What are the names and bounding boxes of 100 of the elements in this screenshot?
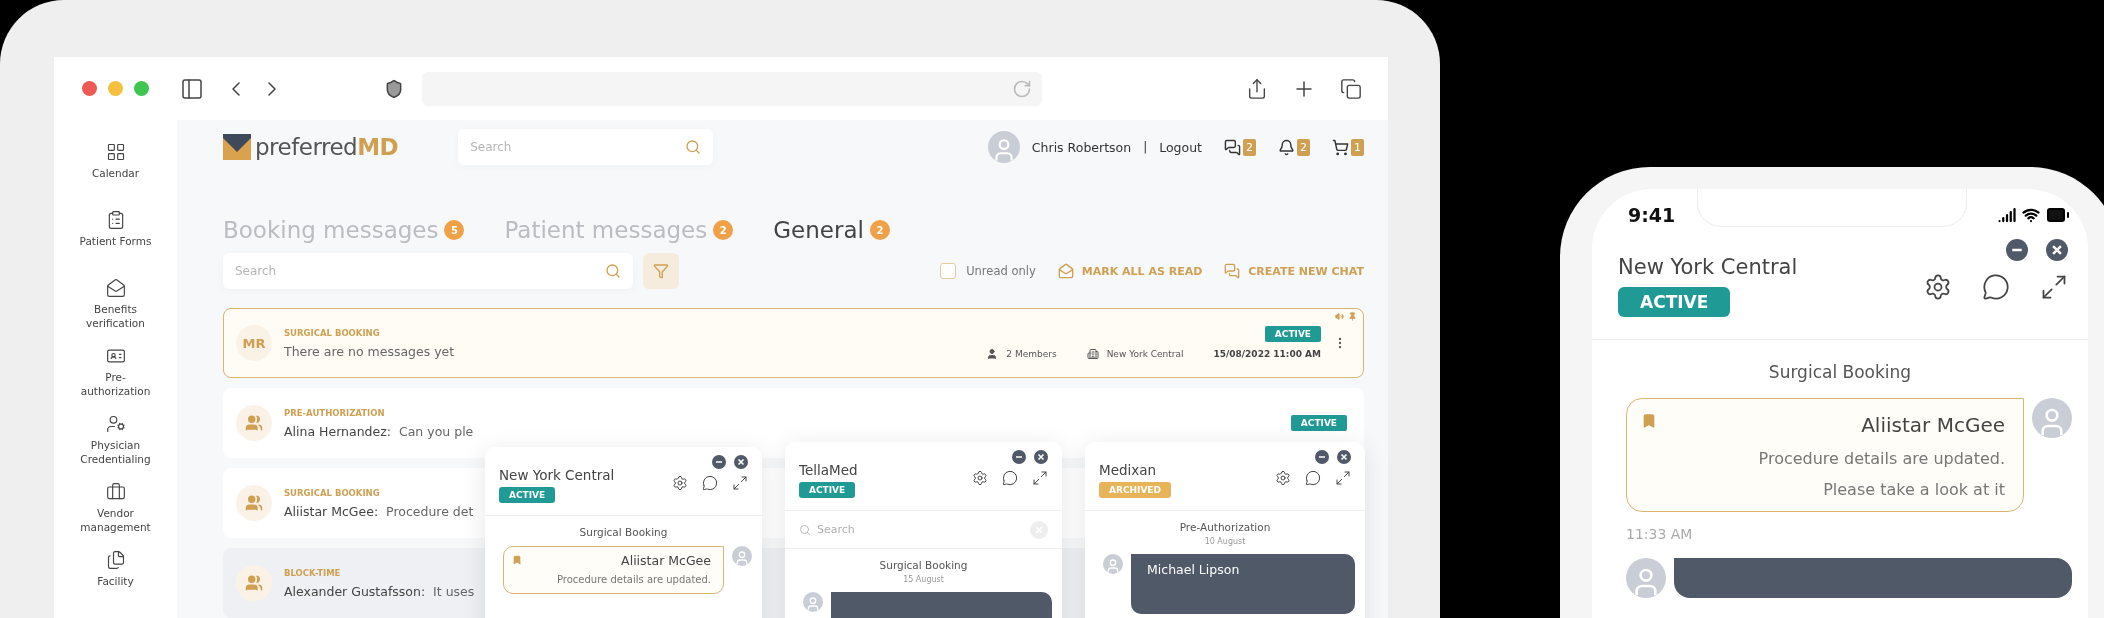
close-icon[interactable] [2046,239,2068,261]
avatar [987,131,1020,163]
message-text: Procedure details are updated. [556,574,711,585]
sidebar-item[interactable]: Patient Forms [72,210,159,278]
filter-icon [653,263,669,279]
shield-icon[interactable] [384,78,404,99]
location-name: New York Central [1106,349,1184,359]
avatar [1626,558,1666,598]
message-preview: Can you ple [398,423,474,439]
grid-icon [105,142,126,162]
section-title: Surgical Booking [878,559,969,571]
expand-icon[interactable] [1032,470,1048,486]
chat-title: New York Central [1618,255,1798,279]
members-count: 2 Members [1006,349,1057,359]
tab[interactable]: General 2 [773,217,890,243]
sender-name: Alina Hernandez: [284,423,391,439]
initials-avatar: MR [236,325,272,361]
expand-icon[interactable] [2040,273,2068,301]
sender-name: Aliistar McGee [621,553,711,568]
minimize-icon[interactable] [1315,450,1329,464]
avatar [803,592,823,612]
chat-title: Medixan [1099,462,1157,478]
avatar [2032,398,2072,438]
sidebar-item[interactable]: Calendar [72,142,159,210]
close-dot[interactable] [82,81,97,96]
status-badge: ACTIVE [1264,326,1321,342]
envelope-icon [1057,263,1074,279]
close-icon[interactable] [734,455,748,469]
briefcase-icon [105,482,126,502]
group-icon [236,565,272,601]
person-icon [986,348,999,360]
chat-card[interactable]: MR SURGICAL BOOKING There are no messages yet ACTIVE 2 Members New York Central 15/08/2022 11:00 AM [223,308,1364,378]
search-field[interactable]: Search [458,129,714,165]
minimize-dot[interactable] [108,81,123,96]
status-time: 9:41 [1628,204,1676,226]
status-badge: ACTIVE [1618,287,1731,317]
section-title: Surgical Booking [1767,362,1913,382]
settings-icon[interactable] [1275,470,1291,486]
zoom-dot[interactable] [134,81,149,96]
expand-icon[interactable] [1335,470,1351,486]
share-icon[interactable] [1246,77,1268,100]
message-preview: Procedure det [386,503,474,519]
close-icon[interactable] [1034,450,1048,464]
envelope-icon [105,278,126,298]
building-icon [1086,348,1099,360]
minimize-icon[interactable] [712,455,726,469]
status-badge: ARCHIVED [1099,482,1171,498]
close-icon[interactable] [1337,450,1351,464]
minimize-icon[interactable] [2006,239,2028,261]
chat-category: BLOCK-TIME [284,567,342,578]
wifi-icon [2022,206,2040,224]
message-text: Please take a look at it [1823,480,2005,499]
message-time: 11:33 AM [1626,526,1694,542]
group-icon [236,485,272,521]
chat-title: TellaMed [799,462,858,478]
date-label: 10 August [1203,537,1247,546]
settings-icon[interactable] [672,475,688,491]
sidebar-item[interactable]: Facility [72,550,159,618]
expand-icon[interactable] [732,475,748,491]
avatar [1103,554,1123,574]
sender-name: Alexander Gustafsson: [284,583,426,599]
status-badge: ACTIVE [499,487,556,503]
person-icon [105,414,126,434]
sidebar-item[interactable]: Pre-authorization [72,346,159,414]
tabs-icon[interactable] [1340,77,1362,100]
chat-category: SURGICAL BOOKING [284,327,381,338]
section-title: Pre-Authorization [1178,521,1272,533]
logo[interactable]: preferredMD [223,134,399,160]
settings-icon[interactable] [1924,273,1952,301]
chat-search-field[interactable]: Search [817,523,1022,536]
minimize-icon[interactable] [1012,450,1026,464]
sender-name: Michael Lipson [1147,562,1240,577]
message-preview: There are no messages yet [284,343,455,359]
section-title: Surgical Booking [578,526,669,538]
chat-category: SURGICAL BOOKING [284,487,381,498]
sidebar-item[interactable]: Vendor management [72,482,159,550]
avatar [732,546,752,566]
user-name: Chris Robertson [1031,139,1132,155]
chat-bubbles-icon [1224,263,1241,279]
search-field[interactable]: Search [223,253,633,289]
status-badge: ACTIVE [799,482,856,498]
group-icon [236,405,272,441]
sender-name: Aliistar McGee [1861,413,2005,437]
status-badge: ACTIVE [1290,415,1347,431]
separator: | [1143,140,1148,154]
settings-icon[interactable] [972,470,988,486]
sidebar-item[interactable]: Physician Credentialing [72,414,159,482]
unread-only-checkbox[interactable]: Unread only [940,263,1036,279]
message-preview: It uses [433,583,475,599]
chat-title: New York Central [499,467,615,483]
sidebar-icon[interactable] [180,76,204,101]
sender-name: Aliistar McGee: [284,503,379,519]
chat-date: 15/08/2022 11:00 AM [1213,349,1321,359]
chat-category: PRE-AUTHORIZATION [284,407,386,418]
signal-icon [1998,206,2016,224]
documents-icon [105,550,126,570]
message-text: Procedure details are updated. [1758,449,2005,468]
sidebar-item[interactable]: Benefits verification [72,278,159,346]
logout-link[interactable]: Logout [1159,139,1202,155]
date-label: 15 August [902,575,945,584]
